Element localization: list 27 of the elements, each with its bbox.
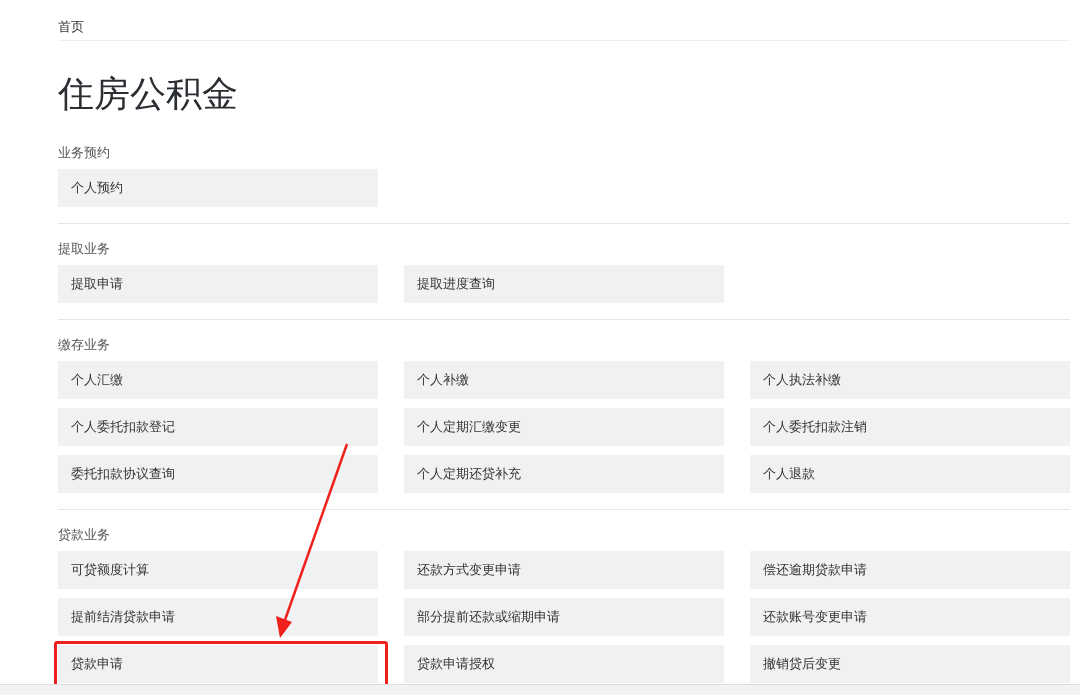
service-button[interactable]: 个人退款 (750, 455, 1070, 493)
service-button[interactable]: 部分提前还款或缩期申请 (404, 598, 724, 636)
service-button[interactable]: 个人定期汇缴变更 (404, 408, 724, 446)
breadcrumb[interactable]: 首页 (58, 0, 1070, 41)
service-button[interactable]: 还款方式变更申请 (404, 551, 724, 589)
service-button[interactable]: 个人执法补缴 (750, 361, 1070, 399)
section-label: 贷款业务 (58, 526, 111, 544)
service-button[interactable]: 个人汇缴 (58, 361, 378, 399)
service-button[interactable]: 贷款申请 (58, 645, 378, 683)
service-button[interactable]: 可贷额度计算 (58, 551, 378, 589)
service-button[interactable]: 个人预约 (58, 169, 378, 207)
service-button[interactable]: 撤销贷后变更 (750, 645, 1070, 683)
service-button[interactable]: 个人委托扣款登记 (58, 408, 378, 446)
section-label: 缴存业务 (58, 336, 111, 354)
service-button[interactable]: 还款账号变更申请 (750, 598, 1070, 636)
service-button[interactable]: 贷款申请授权 (404, 645, 724, 683)
service-button[interactable]: 提前结清贷款申请 (58, 598, 378, 636)
service-button[interactable]: 委托扣款协议查询 (58, 455, 378, 493)
section-label: 提取业务 (58, 240, 111, 258)
service-button[interactable]: 提取申请 (58, 265, 378, 303)
service-button[interactable]: 个人定期还贷补充 (404, 455, 724, 493)
service-button[interactable]: 提取进度查询 (404, 265, 724, 303)
service-button[interactable]: 个人委托扣款注销 (750, 408, 1070, 446)
service-button[interactable]: 个人补缴 (404, 361, 724, 399)
section-label: 业务预约 (58, 144, 111, 162)
page-title: 住房公积金 (58, 72, 239, 116)
service-button[interactable]: 偿还逾期贷款申请 (750, 551, 1070, 589)
